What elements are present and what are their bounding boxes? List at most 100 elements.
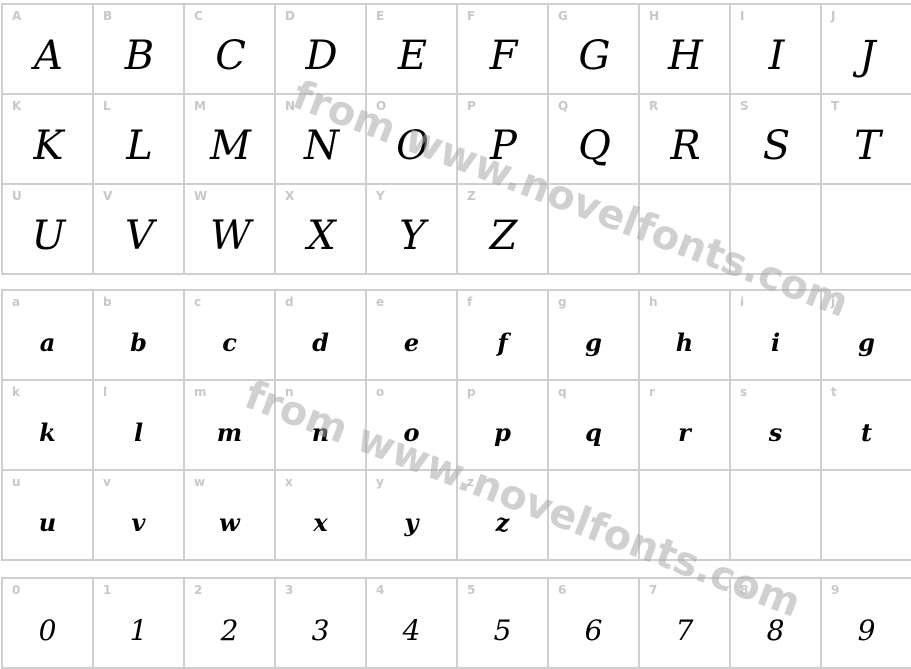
glyph-sample: p [494,417,511,447]
glyph-sample: 9 [857,613,876,647]
glyph-cell-uppercase-A: AA [3,5,94,95]
glyph-cell-uppercase-N: NN [276,95,367,185]
glyph-cell-digits-0: 00 [3,579,94,669]
glyph-sample: w [219,507,240,537]
glyph-cell-uppercase-V: VV [94,185,185,275]
glyph-sample: k [39,417,56,447]
glyph-cell-uppercase-P: PP [458,95,549,185]
lowercase-grid: aabbccddeeffgghhiijgkkllmmnnooppqqrrsstt… [1,289,911,561]
glyph-sample: M [210,123,251,169]
glyph-cell-uppercase-W: WW [185,185,276,275]
uppercase-grid: AABBCCDDEEFFGGHHIIJJKKLLMMNNOOPPQQRRSSTT… [1,3,911,275]
glyph-cell-digits-6: 66 [549,579,640,669]
empty-cell [549,185,640,275]
glyph-sample: 3 [311,613,330,647]
glyph-sample: g [585,327,602,357]
glyph-cell-uppercase-R: RR [640,95,731,185]
glyph-cell-digits-8: 88 [731,579,822,669]
glyph-cell-uppercase-J: JJ [822,5,911,95]
glyph-cell-digits-7: 77 [640,579,731,669]
glyph-sample: E [397,33,427,79]
glyph-sample: 4 [402,613,421,647]
glyph-cell-lowercase-j: jg [822,291,911,381]
glyph-cell-lowercase-l: ll [94,381,185,471]
glyph-cell-lowercase-x: xx [276,471,367,561]
glyph-cell-uppercase-D: DD [276,5,367,95]
glyph-cell-lowercase-z: zz [458,471,549,561]
glyph-cell-uppercase-F: FF [458,5,549,95]
empty-cell [640,471,731,561]
glyph-sample: J [859,33,875,79]
glyph-sample: Z [489,213,518,259]
glyph-cell-lowercase-w: ww [185,471,276,561]
glyph-sample: N [304,123,339,169]
glyph-sample: i [770,327,781,357]
glyph-sample: 2 [220,613,239,647]
glyph-sample: U [31,213,66,259]
glyph-sample: q [585,417,602,447]
glyph-sample: 5 [493,613,512,647]
glyph-sample: a [39,327,56,357]
glyph-sample: l [133,417,144,447]
empty-cell [822,185,911,275]
glyph-sample: b [130,327,147,357]
digits-grid: 00112233445566778899 [1,577,911,669]
digits-section: 00112233445566778899 [1,577,911,669]
glyph-sample: F [489,33,518,79]
glyph-sample: s [768,417,783,447]
glyph-cell-lowercase-b: bb [94,291,185,381]
glyph-sample: x [313,507,328,537]
glyph-sample: e [403,327,420,357]
glyph-cell-lowercase-f: ff [458,291,549,381]
glyph-cell-digits-1: 11 [94,579,185,669]
glyph-cell-digits-4: 44 [367,579,458,669]
glyph-cell-uppercase-M: MM [185,95,276,185]
glyph-cell-lowercase-o: oo [367,381,458,471]
glyph-cell-uppercase-C: CC [185,5,276,95]
glyph-sample: h [675,327,694,357]
glyph-sample: 6 [584,613,603,647]
glyph-cell-digits-5: 55 [458,579,549,669]
glyph-sample: 0 [38,613,57,647]
glyph-cell-uppercase-K: KK [3,95,94,185]
glyph-cell-lowercase-r: rr [640,381,731,471]
glyph-cell-uppercase-G: GG [549,5,640,95]
glyph-cell-uppercase-Q: QQ [549,95,640,185]
glyph-cell-lowercase-i: ii [731,291,822,381]
glyph-cell-lowercase-m: mm [185,381,276,471]
glyph-cell-lowercase-d: dd [276,291,367,381]
glyph-cell-lowercase-e: ee [367,291,458,381]
glyph-sample: v [131,507,146,537]
lowercase-section: aabbccddeeffgghhiijgkkllmmnnooppqqrrsstt… [1,289,911,561]
glyph-sample: O [396,123,429,169]
uppercase-section: AABBCCDDEEFFGGHHIIJJKKLLMMNNOOPPQQRRSSTT… [1,3,911,275]
empty-cell [731,185,822,275]
glyph-sample: d [312,327,329,357]
glyph-cell-uppercase-U: UU [3,185,94,275]
glyph-sample: o [403,417,420,447]
glyph-sample: C [215,33,246,79]
glyph-sample: B [124,33,154,79]
glyph-sample: 8 [766,613,785,647]
empty-cell [640,185,731,275]
glyph-sample: D [305,33,337,79]
glyph-cell-uppercase-Z: ZZ [458,185,549,275]
glyph-sample: t [860,417,873,447]
glyph-sample: A [34,33,63,79]
glyph-sample: m [216,417,243,447]
glyph-cell-lowercase-u: uu [3,471,94,561]
glyph-cell-uppercase-X: XX [276,185,367,275]
glyph-sample: u [38,507,57,537]
glyph-sample: y [404,507,419,537]
glyph-sample: K [33,123,64,169]
glyph-cell-uppercase-E: EE [367,5,458,95]
empty-cell [822,471,911,561]
glyph-sample: g [858,327,875,357]
glyph-cell-lowercase-a: aa [3,291,94,381]
glyph-sample: T [854,123,881,169]
glyph-sample: H [668,33,703,79]
glyph-cell-lowercase-n: nn [276,381,367,471]
glyph-cell-lowercase-k: kk [3,381,94,471]
glyph-sample: R [670,123,700,169]
glyph-sample: V [125,213,154,259]
